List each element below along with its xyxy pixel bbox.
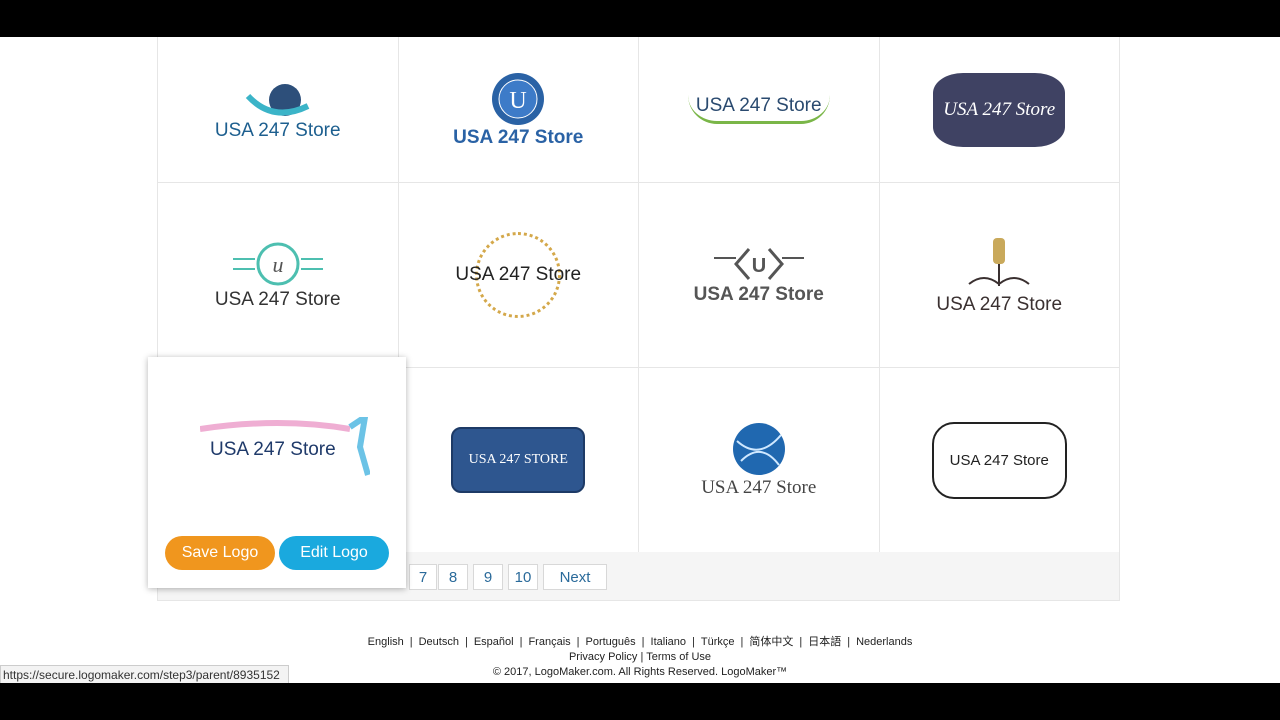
language-link[interactable]: 日本語 (808, 636, 841, 648)
logo-text: USA 247 Store (455, 264, 582, 285)
page-8-button[interactable]: 8 (438, 564, 468, 590)
bracket-u-icon: U (713, 248, 804, 280)
separator: | (799, 636, 803, 648)
separator: | (409, 636, 413, 648)
logo-hover-card: USA 247 Store Save Logo Edit Logo (148, 357, 406, 588)
separator: | (692, 636, 695, 648)
ornate-frame-icon: USA 247 Store (931, 421, 1067, 499)
language-link[interactable]: Français (528, 636, 570, 648)
globe-swoosh-icon (245, 83, 310, 116)
logo-text: USA 247 STORE (468, 452, 568, 467)
logo-option[interactable]: USA 247 Store (639, 368, 880, 552)
language-link[interactable]: Español (474, 636, 514, 648)
language-link[interactable]: Italiano (651, 636, 686, 648)
language-link[interactable]: Português (586, 636, 636, 648)
svg-text:U: U (752, 255, 766, 277)
logo-text: USA 247 Store (214, 289, 341, 310)
logo-option[interactable]: USA 247 Store (880, 183, 1120, 367)
save-logo-button[interactable]: Save Logo (165, 536, 275, 570)
language-link[interactable]: Nederlands (856, 636, 912, 648)
separator: | (576, 636, 580, 648)
separator: | (847, 636, 851, 648)
language-link[interactable]: Türkçe (701, 636, 735, 648)
page-7-button[interactable]: 7 (409, 564, 437, 590)
teal-u-monogram-icon: u (232, 242, 323, 286)
logo-option[interactable]: USA 247 Store (880, 368, 1120, 552)
page-9-button[interactable]: 9 (473, 564, 503, 590)
svg-text:U: U (510, 88, 527, 114)
page-10-button[interactable]: 10 (508, 564, 538, 590)
logo-text: USA 247 Store (453, 126, 584, 148)
logo-text: USA 247 Store (214, 119, 341, 141)
logo-text: USA 247 Store (210, 439, 336, 460)
world-globe-icon (732, 423, 785, 475)
logo-option[interactable]: USA 247 Store (158, 37, 399, 182)
logo-text: USA 247 Store (936, 294, 1063, 315)
logo-option[interactable]: USA 247 Store (399, 183, 639, 367)
logo-option[interactable]: USA 247 STORE (399, 368, 639, 552)
terms-link[interactable]: Terms of Use (646, 651, 711, 663)
svg-text:u: u (272, 252, 283, 277)
blue-label-icon: USA 247 STORE (451, 427, 586, 493)
logo-option[interactable]: U USA 247 Store (639, 183, 880, 367)
u-badge-icon: U (492, 72, 545, 125)
separator: | (464, 636, 468, 648)
page: USA 247 Store U USA 247 Store USA 247 St… (0, 37, 1280, 683)
separator: | (519, 636, 523, 648)
privacy-policy-link[interactable]: Privacy Policy (569, 651, 637, 663)
separator: | (641, 636, 645, 648)
logo-option[interactable]: u USA 247 Store (158, 183, 399, 367)
separator: | (740, 636, 744, 648)
logo-text: USA 247 Store (693, 284, 824, 305)
logo-text: USA 247 Store (687, 95, 830, 124)
logo-option[interactable]: USA 247 Store (639, 37, 880, 182)
language-link[interactable]: 简体中文 (749, 636, 793, 648)
language-links: English | Deutsch | Español | Français | Portugu… (0, 635, 1280, 650)
language-link[interactable]: Deutsch (419, 636, 459, 648)
logo-text: USA 247 Store (701, 477, 817, 498)
status-bar-url: https://secure.logomaker.com/step3/paren… (0, 665, 289, 683)
mannequin-icon (968, 238, 1030, 286)
navy-emblem-icon: USA 247 Store (933, 72, 1066, 147)
logo-option[interactable]: U USA 247 Store (399, 37, 639, 182)
logo-text: USA 247 Store (943, 98, 1056, 120)
language-link[interactable]: English (368, 636, 404, 648)
edit-logo-button[interactable]: Edit Logo (279, 536, 389, 570)
logo-option[interactable]: USA 247 Store (880, 37, 1120, 182)
logo-text: USA 247 Store (949, 451, 1049, 469)
next-page-button[interactable]: Next (543, 564, 607, 590)
